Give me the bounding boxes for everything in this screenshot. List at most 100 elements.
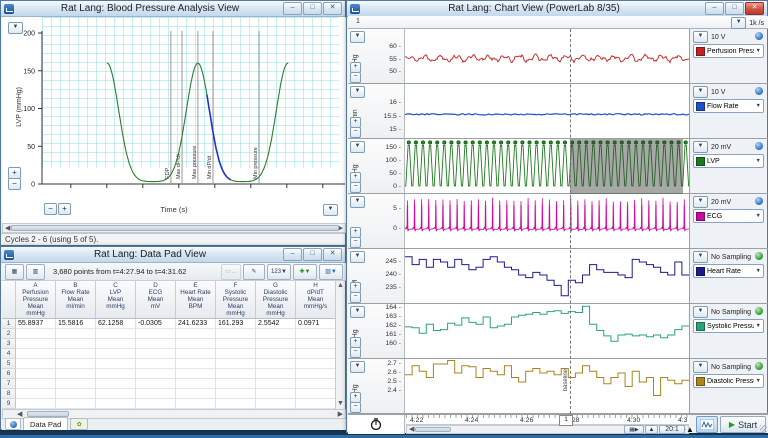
analysis-hscroll-thumb[interactable]: [11, 225, 339, 231]
scroll-up-arrow-icon[interactable]: ▲: [337, 282, 344, 290]
cell-F9[interactable]: [216, 399, 256, 409]
cell-G3[interactable]: [256, 339, 296, 349]
axis-zoom-out-button[interactable]: −: [350, 237, 361, 248]
no-sampling-icon[interactable]: [755, 362, 763, 370]
new-sheet-button[interactable]: ✿: [70, 418, 88, 430]
sample-rate-dropdown-icon[interactable]: ▼: [731, 17, 746, 29]
no-sampling-icon[interactable]: [755, 307, 763, 315]
range-dropdown-icon[interactable]: ▼: [693, 196, 708, 208]
help-button[interactable]: [5, 418, 21, 430]
axis-menu-button[interactable]: ▼: [350, 141, 365, 153]
export-button[interactable]: ▨▼: [319, 264, 343, 280]
range-control[interactable]: ▼No Sampling: [693, 251, 751, 263]
number-format-button[interactable]: 123▼: [267, 264, 291, 280]
channel-plot-1[interactable]: [405, 29, 689, 83]
range-dropdown-icon[interactable]: ▼: [693, 306, 708, 318]
range-control[interactable]: ▼20 mV: [693, 196, 731, 208]
channel-plot-3[interactable]: [405, 139, 689, 193]
range-control[interactable]: ▼10 V: [693, 31, 725, 43]
time-mode-box[interactable]: [348, 415, 405, 434]
axis-zoom-out-button[interactable]: −: [350, 347, 361, 358]
zoom-in-time-icon[interactable]: ▲: [686, 425, 694, 434]
cell-H8[interactable]: [296, 389, 336, 399]
range-dropdown-icon[interactable]: ▼: [693, 141, 708, 153]
cell-D9[interactable]: [136, 399, 176, 409]
cell-G6[interactable]: [256, 369, 296, 379]
row-header-5[interactable]: 5: [2, 359, 16, 369]
cell-D7[interactable]: [136, 379, 176, 389]
axis-zoom-out-button[interactable]: −: [350, 72, 361, 83]
row-header-4[interactable]: 4: [2, 349, 16, 359]
channel-plot-2[interactable]: [405, 84, 689, 138]
cell-B4[interactable]: [56, 349, 96, 359]
cell-G8[interactable]: [256, 389, 296, 399]
chart-hscroll-thumb[interactable]: [415, 427, 451, 432]
sample-rate-control[interactable]: ▼ 1k /s: [731, 17, 764, 29]
cell-C4[interactable]: [96, 349, 136, 359]
cell-C1[interactable]: 62.1258: [96, 319, 136, 329]
table-corner[interactable]: [2, 281, 16, 319]
cell-A1[interactable]: 55.8937: [16, 319, 56, 329]
cell-E7[interactable]: [176, 379, 216, 389]
axis-menu-button[interactable]: ▼: [350, 306, 365, 318]
channel-plot-5[interactable]: [405, 249, 689, 303]
row-header-2[interactable]: 2: [2, 329, 16, 339]
cell-H5[interactable]: [296, 359, 336, 369]
row-header-3[interactable]: 3: [2, 339, 16, 349]
cell-G7[interactable]: [256, 379, 296, 389]
cell-D8[interactable]: [136, 389, 176, 399]
channel-info-icon[interactable]: [755, 142, 763, 150]
cell-G4[interactable]: [256, 349, 296, 359]
cell-C7[interactable]: [96, 379, 136, 389]
column-header-H[interactable]: HdP/dTMeanmmHg/s: [296, 281, 336, 319]
cell-E8[interactable]: [176, 389, 216, 399]
axis-menu-button[interactable]: ▼: [350, 251, 365, 263]
channel-info-icon[interactable]: [755, 197, 763, 205]
cell-F5[interactable]: [216, 359, 256, 369]
cell-E1[interactable]: 241.6233: [176, 319, 216, 329]
cell-E6[interactable]: [176, 369, 216, 379]
channel-info-icon[interactable]: [755, 87, 763, 95]
range-dropdown-icon[interactable]: ▼: [693, 361, 708, 373]
resize-grip[interactable]: [760, 425, 767, 432]
axis-menu-button[interactable]: ▼: [350, 31, 365, 43]
column-view-button[interactable]: ▥: [26, 264, 45, 280]
cell-D5[interactable]: [136, 359, 176, 369]
cell-C9[interactable]: [96, 399, 136, 409]
cell-B6[interactable]: [56, 369, 96, 379]
cell-C2[interactable]: [96, 329, 136, 339]
row-header-7[interactable]: 7: [2, 379, 16, 389]
column-header-A[interactable]: APerfusion PressureMeanmmHg: [16, 281, 56, 319]
scroll-mode-button[interactable]: ▦▶: [624, 425, 644, 434]
cell-D1[interactable]: -0.0305: [136, 319, 176, 329]
maximize-button[interactable]: □: [725, 2, 744, 15]
axis-menu-button[interactable]: ▼: [350, 196, 365, 208]
cell-E4[interactable]: [176, 349, 216, 359]
cell-G5[interactable]: [256, 359, 296, 369]
close-button[interactable]: ✕: [323, 248, 342, 261]
cell-H9[interactable]: [296, 399, 336, 409]
table-view-button[interactable]: ▦: [5, 264, 24, 280]
axis-zoom-out-button[interactable]: −: [350, 127, 361, 138]
cell-F2[interactable]: [216, 329, 256, 339]
cell-A5[interactable]: [16, 359, 56, 369]
cell-A7[interactable]: [16, 379, 56, 389]
column-header-F[interactable]: FSystolic PressureMeanmmHg: [216, 281, 256, 319]
channel-select[interactable]: Systolic Pressure▼: [693, 319, 764, 333]
cell-A9[interactable]: [16, 399, 56, 409]
range-control[interactable]: ▼No Sampling: [693, 306, 751, 318]
cell-A2[interactable]: [16, 329, 56, 339]
close-button[interactable]: ✕: [745, 2, 764, 15]
y-zoom-out-button[interactable]: −: [8, 178, 21, 190]
analysis-plot[interactable]: 200150100500-0.4-0.3-0.2-0.1-0.00.10.20.…: [2, 1, 346, 191]
channel-plot-6[interactable]: [405, 304, 689, 358]
scroll-left-arrow-icon[interactable]: ◀: [409, 426, 414, 434]
range-dropdown-icon[interactable]: ▼: [693, 86, 708, 98]
channel-select[interactable]: Flow Rate▼: [693, 99, 764, 113]
column-header-E[interactable]: EHeart RateMeanBPM: [176, 281, 216, 319]
chart-titlebar[interactable]: Rat Lang: Chart View (PowerLab 8/35) – □…: [347, 1, 767, 17]
column-header-G[interactable]: GDiastolic PressureMeanmmHg: [256, 281, 296, 319]
column-header-B[interactable]: BFlow RateMeanml/min: [56, 281, 96, 319]
minimize-button[interactable]: –: [705, 2, 724, 15]
row-header-1[interactable]: 1: [2, 319, 16, 329]
